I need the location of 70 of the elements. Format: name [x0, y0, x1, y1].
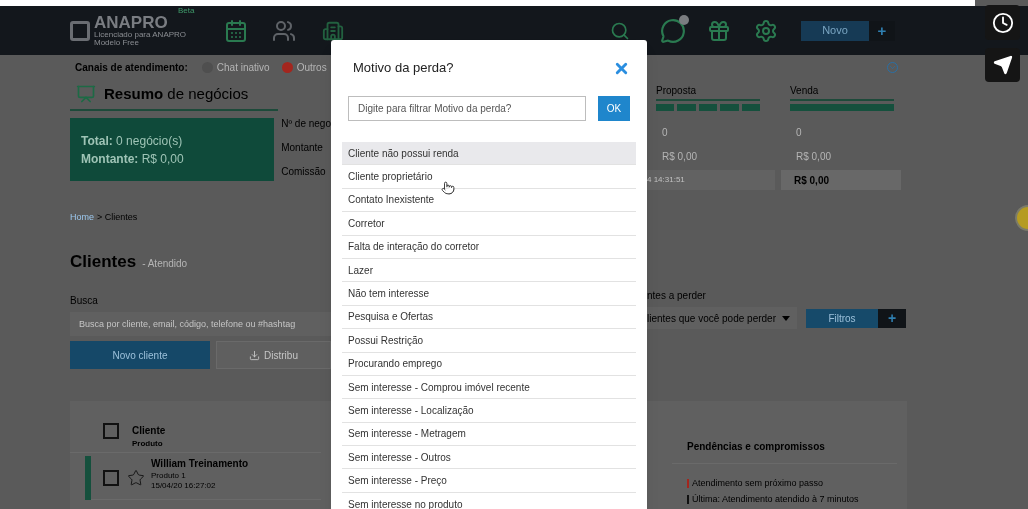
stage-segment — [698, 104, 718, 111]
add-button[interactable]: + — [869, 20, 895, 41]
channels-label: Canais de atendimento: — [75, 60, 188, 75]
search-field[interactable]: Busca por cliente, email, código, telefone ou #hashtag — [70, 312, 331, 336]
logo-icon — [70, 20, 90, 41]
send-button[interactable] — [985, 48, 1020, 82]
channel-label: Outros — [296, 60, 327, 75]
breadcrumb-link[interactable]: Home — [70, 211, 94, 225]
amount-text: Montante: R$ 0,00 — [81, 150, 185, 168]
section-title: Resumo de negócios — [104, 83, 249, 104]
chart-board-icon — [76, 84, 96, 104]
filter-field[interactable]: Digite para filtrar Motivo da perda? — [348, 96, 586, 121]
filters-button[interactable]: Filtros — [806, 308, 878, 328]
pending-title: Pendências e compromissos — [672, 439, 897, 464]
search-icon[interactable] — [610, 20, 630, 41]
plan-text: Modelo Free — [94, 39, 139, 47]
stage-title: Proposta — [656, 83, 760, 101]
reason-option[interactable]: Cliente não possui renda — [342, 142, 636, 166]
stage-count: 0 — [662, 126, 669, 140]
clock-button[interactable] — [985, 5, 1020, 40]
pointer-icon — [441, 180, 455, 196]
row-label: Comissão — [281, 165, 327, 179]
commission-cell: R$ 0,00 — [781, 170, 901, 190]
stage-segment — [656, 104, 675, 111]
pending-text: Atendimento sem próximo passo — [692, 477, 824, 490]
dropdown-caret-icon — [782, 315, 790, 321]
beta-label: Beta — [178, 7, 195, 15]
product-name: Produto 1 — [151, 470, 187, 481]
stage-segment — [677, 104, 696, 111]
settings-icon[interactable] — [754, 18, 778, 43]
stage-segment — [741, 104, 761, 111]
channel-label: Chat inativo — [216, 60, 270, 75]
download-icon — [249, 349, 261, 361]
column-subheader: Produto — [132, 438, 164, 450]
date-text: 15/04/20 16:27:02 — [151, 480, 217, 491]
row-label: Montante — [281, 141, 324, 155]
stage-amount: R$ 0,00 — [796, 150, 833, 164]
clock-icon — [991, 11, 1014, 34]
filter-label: ntes a perder — [647, 289, 707, 303]
stage-title: Venda — [790, 83, 894, 101]
column-header: Cliente — [132, 424, 166, 438]
total-text: Total: 0 negócio(s) — [81, 132, 184, 150]
row-status-bar — [85, 455, 91, 500]
client-name: William Treinamento — [151, 458, 249, 471]
people-icon[interactable] — [272, 18, 296, 43]
star-icon[interactable] — [127, 468, 145, 487]
row-label: Nº de nego — [281, 117, 331, 131]
breadcrumb-current: > Clientes — [97, 211, 138, 224]
ok-button[interactable]: OK — [598, 96, 630, 121]
stage-segment — [720, 104, 739, 111]
stage-amount: R$ 0,00 — [662, 150, 699, 164]
send-icon — [992, 55, 1013, 75]
checkbox[interactable] — [103, 423, 119, 439]
filters-add-button[interactable]: + — [878, 308, 906, 328]
new-client-button[interactable]: Novo cliente — [70, 341, 210, 369]
logo-text: ANAPRO — [94, 14, 169, 31]
search-label: Busca — [70, 294, 99, 308]
stage-count: 0 — [796, 126, 803, 140]
license-text: Licenciado para ANAPRO — [94, 31, 187, 39]
dialog-title: Motivo da perda? — [353, 59, 454, 78]
distribute-button[interactable]: Distribu — [216, 341, 331, 369]
chat-icon[interactable] — [660, 17, 686, 44]
pending-text: Última: Atendimento atendido à 7 minutos — [692, 492, 859, 506]
calendar-icon[interactable] — [224, 18, 248, 43]
gift-icon[interactable] — [707, 18, 731, 43]
checkbox[interactable] — [103, 469, 119, 486]
commission-cell: 4 14:31:51 — [647, 170, 775, 190]
new-button[interactable]: Novo — [801, 20, 869, 41]
page-subtitle: - Atendido — [142, 256, 188, 271]
page-title: Clientes — [70, 250, 137, 273]
